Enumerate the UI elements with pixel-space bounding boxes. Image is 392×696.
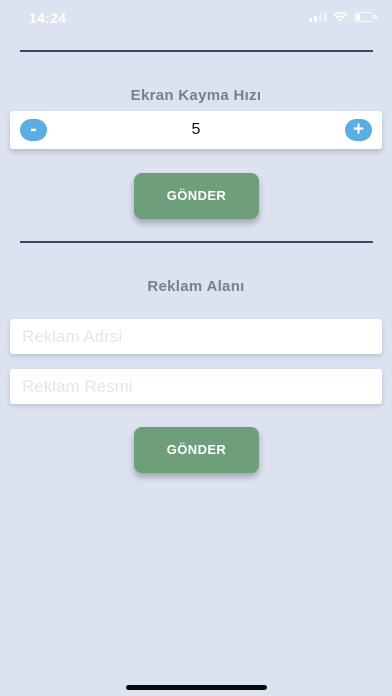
wifi-icon [333,11,348,22]
decrement-button[interactable]: - [20,119,47,141]
scroll-speed-send-button[interactable]: GÖNDER [134,173,259,219]
battery-icon [354,11,377,22]
increment-button[interactable]: + [345,119,372,141]
ad-area-title: Reklam Alanı [147,278,245,295]
scroll-speed-title: Ekran Kayma Hızı [130,87,262,104]
scroll-speed-stepper: - 5 + [10,111,382,149]
ad-image-input[interactable] [10,369,382,404]
cellular-signal-icon [309,11,327,22]
status-icons [309,11,377,22]
battery-level [356,13,360,20]
home-indicator [126,685,267,690]
scroll-speed-value: 5 [191,121,201,138]
ad-address-input[interactable] [10,319,382,354]
divider-top [20,50,373,52]
ad-area-send-button[interactable]: GÖNDER [134,427,259,473]
divider-middle [20,241,373,243]
status-time: 14:24 [29,10,67,26]
status-bar: 14:24 [0,0,392,36]
